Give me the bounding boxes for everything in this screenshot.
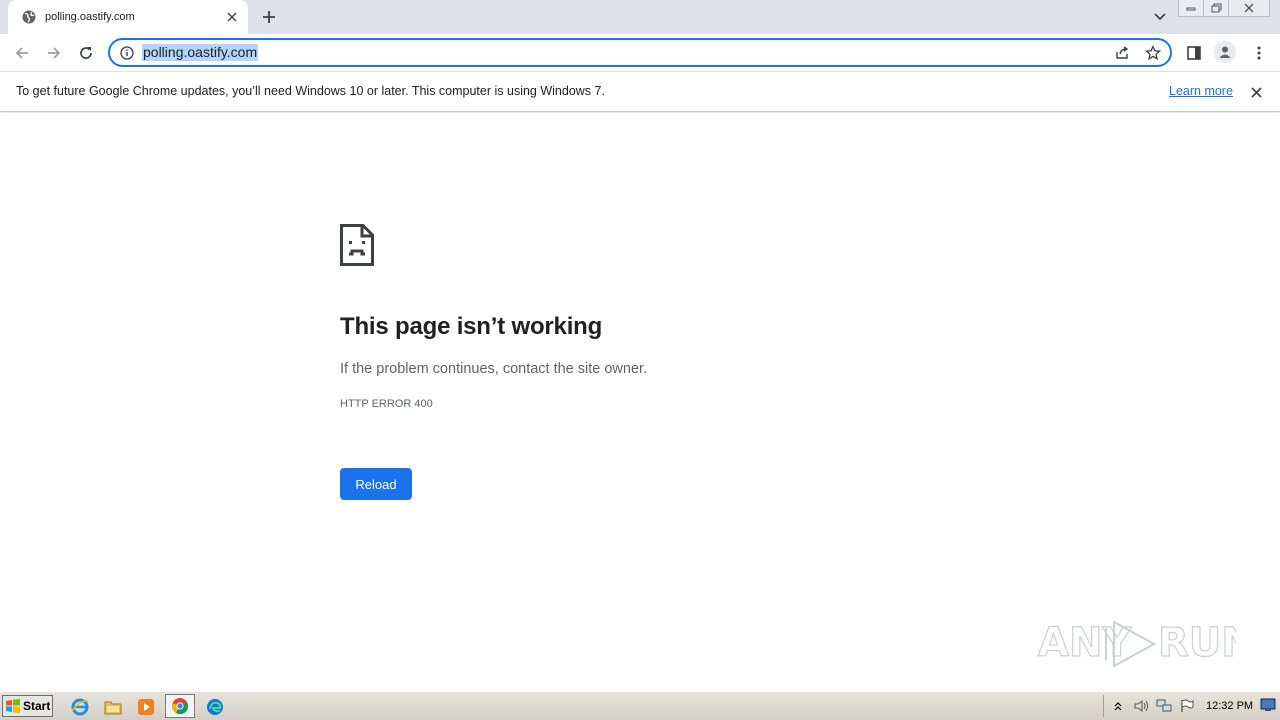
edge-icon[interactable] [204,696,226,718]
file-explorer-icon[interactable] [102,696,124,718]
profile-avatar-icon[interactable] [1214,41,1236,63]
anyrun-watermark-logo: ANY RUN [1037,619,1236,668]
url-text[interactable]: polling.oastify.com [142,44,259,61]
info-icon[interactable] [119,45,135,61]
back-icon[interactable] [12,43,32,63]
error-page: This page isn’t working If the problem c… [0,113,1280,691]
clock[interactable]: 12:32 PM [1206,700,1253,712]
chevron-down-icon[interactable] [1152,9,1168,25]
chrome-icon[interactable] [165,694,195,718]
tab-strip: polling.oastify.com [0,0,1280,34]
network-icon[interactable] [1156,698,1172,714]
start-label: Start [23,699,51,713]
svg-text:RUN: RUN [1158,620,1236,666]
forward-icon[interactable] [44,43,64,63]
new-tab-icon[interactable] [260,8,278,26]
sad-page-icon [340,224,374,266]
windows-logo-icon [6,698,20,714]
restore-icon[interactable] [1203,0,1229,17]
tab-close-icon[interactable] [224,9,240,25]
start-button[interactable]: Start [2,695,53,717]
infobar-message: To get future Google Chrome updates, you… [16,84,605,98]
tab-active[interactable]: polling.oastify.com [8,0,248,34]
error-title: This page isn’t working [340,313,603,340]
window-controls [1178,0,1270,18]
menu-kebab-icon[interactable] [1249,43,1269,63]
reload-icon[interactable] [76,43,96,63]
minimize-icon[interactable] [1178,0,1204,17]
share-icon[interactable] [1114,45,1130,61]
browser-toolbar: polling.oastify.com [0,34,1280,71]
error-description: If the problem continues, contact the si… [340,361,648,377]
address-bar[interactable]: polling.oastify.com [108,38,1172,67]
learn-more-link[interactable]: Learn more [1169,84,1233,98]
system-tray [1103,695,1202,717]
close-icon[interactable] [1248,84,1264,100]
update-infobar: To get future Google Chrome updates, you… [0,71,1280,112]
show-hidden-icons-icon[interactable] [1110,698,1126,714]
close-window-icon[interactable] [1228,0,1270,17]
side-panel-icon[interactable] [1184,43,1204,63]
show-desktop-icon[interactable] [1260,698,1276,712]
error-code: HTTP ERROR 400 [340,398,433,410]
action-center-flag-icon[interactable] [1179,698,1195,714]
media-player-icon[interactable] [135,696,157,718]
reload-button[interactable]: Reload [340,468,412,500]
svg-text:ANY: ANY [1038,620,1132,666]
bookmark-star-icon[interactable] [1145,45,1161,61]
volume-icon[interactable] [1133,698,1149,714]
globe-icon [21,9,37,25]
tab-title: polling.oastify.com [45,11,135,23]
windows-taskbar: Start 12:32 PM [0,691,1280,720]
internet-explorer-icon[interactable] [69,696,91,718]
